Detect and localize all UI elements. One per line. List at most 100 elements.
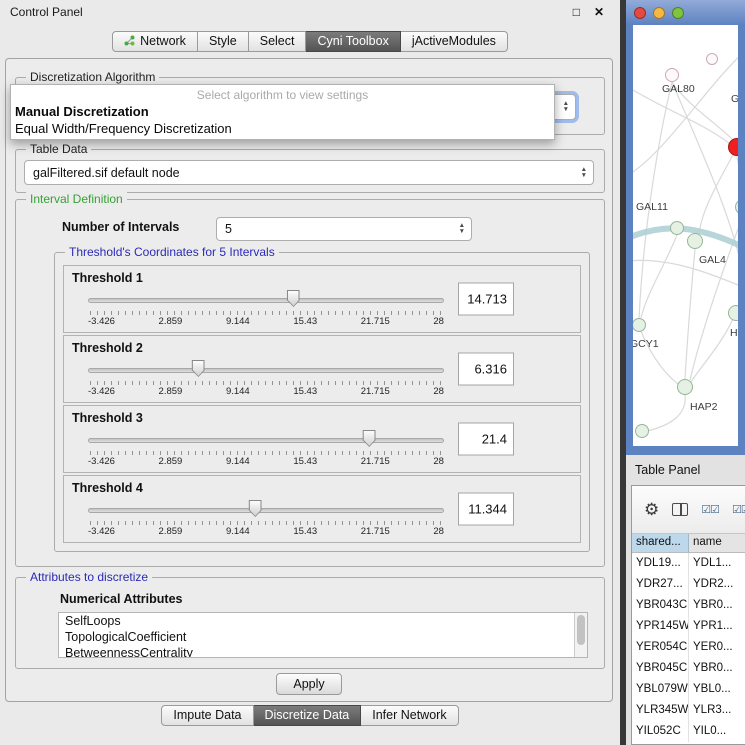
slider-thumb-icon[interactable] [363, 430, 376, 447]
threshold-value-box[interactable]: 14.713 [458, 283, 514, 316]
select-rows-icon[interactable]: ☑☑ [732, 503, 745, 516]
list-item[interactable]: SelfLoops [59, 613, 587, 629]
apply-button[interactable]: Apply [276, 673, 342, 695]
bottom-tab-bar: Impute DataDiscretize DataInfer Network [0, 705, 620, 726]
scale-label: -3.426 [88, 316, 115, 327]
scale-label: 28 [433, 316, 444, 327]
threshold-slider[interactable]: -3.4262.8599.14415.4321.71528 [88, 360, 444, 400]
network-node[interactable] [728, 305, 738, 321]
table-cell[interactable]: YDR2... [689, 574, 745, 595]
tab-discretize-data[interactable]: Discretize Data [254, 705, 362, 726]
table-row[interactable]: YDL19...YDL1... [632, 553, 745, 574]
slider-thumb-icon[interactable] [249, 500, 262, 517]
slider-track[interactable] [88, 368, 444, 373]
table-cell[interactable]: YIL0... [689, 721, 745, 742]
network-node[interactable] [665, 68, 679, 82]
table-cell[interactable]: YER0... [689, 637, 745, 658]
network-node[interactable] [687, 233, 703, 249]
attributes-scrollbar[interactable] [574, 613, 587, 657]
slider-track[interactable] [88, 438, 444, 443]
scale-label: 9.144 [226, 386, 250, 397]
scale-label: 21.715 [361, 316, 390, 327]
list-item[interactable]: BetweennessCentrality [59, 645, 587, 658]
network-node[interactable] [706, 53, 718, 65]
network-node[interactable] [670, 221, 684, 235]
tab-impute-data[interactable]: Impute Data [161, 705, 253, 726]
tab-style[interactable]: Style [198, 31, 249, 52]
table-cell[interactable]: YER054C [632, 637, 689, 658]
table-cell[interactable]: YBL079W [632, 679, 689, 700]
node-label: HAP2 [690, 401, 717, 413]
menu-item-equal-width-frequency[interactable]: Equal Width/Frequency Discretization [11, 120, 554, 137]
table-row[interactable]: YBR045CYBR0... [632, 658, 745, 679]
close-window-icon[interactable]: ✕ [594, 5, 604, 19]
table-row[interactable]: YER054CYER0... [632, 637, 745, 658]
table-row[interactable]: YDR27...YDR2... [632, 574, 745, 595]
slider-scale-labels: -3.4262.8599.14415.4321.71528 [88, 526, 444, 537]
slider-thumb-icon[interactable] [192, 360, 205, 377]
zoom-button[interactable] [672, 7, 684, 19]
tab-select[interactable]: Select [249, 31, 307, 52]
network-canvas[interactable]: GAL80GAGAL11GAL4GCY1HHAP2 [633, 25, 738, 446]
threshold-slider[interactable]: -3.4262.8599.14415.4321.71528 [88, 430, 444, 470]
menu-item-manual-discretization[interactable]: Manual Discretization [11, 103, 554, 120]
scale-label: 15.43 [293, 456, 317, 467]
node-label: GA [731, 93, 738, 105]
threshold-slider[interactable]: -3.4262.8599.14415.4321.71528 [88, 500, 444, 540]
cyni-toolbox-panel: Discretization Algorithm ▲▼ Table Data g… [5, 58, 613, 702]
minimize-button[interactable] [653, 7, 665, 19]
slider-track[interactable] [88, 298, 444, 303]
threshold-panel: Threshold 1 -3.4262.8599.14415.4321.7152… [63, 265, 581, 333]
select-columns-icon[interactable]: ☑☑ [701, 503, 719, 516]
network-node[interactable] [677, 379, 693, 395]
table-row[interactable]: YBL079WYBL0... [632, 679, 745, 700]
table-data-group: Table Data galFiltered.sif default node … [15, 149, 605, 193]
table-cell[interactable]: YBR043C [632, 595, 689, 616]
tab-jactivemodules[interactable]: jActiveModules [401, 31, 508, 52]
table-cell[interactable]: YPR1... [689, 616, 745, 637]
table-row[interactable]: YIL052CYIL0... [632, 721, 745, 742]
tab-infer-network[interactable]: Infer Network [361, 705, 458, 726]
table-cell[interactable]: YBR0... [689, 658, 745, 679]
numerical-attributes-label: Numerical Attributes [60, 592, 182, 606]
table-cell[interactable]: YPR145W [632, 616, 689, 637]
table-cell[interactable]: YLR3... [689, 700, 745, 721]
slider-thumb-icon[interactable] [287, 290, 300, 307]
tab-network[interactable]: Network [112, 31, 198, 52]
network-node[interactable] [635, 424, 649, 438]
group-title-interval-definition: Interval Definition [26, 192, 127, 206]
table-data-combobox[interactable]: galFiltered.sif default node ▲▼ [24, 160, 594, 185]
close-button[interactable] [634, 7, 646, 19]
list-item[interactable]: TopologicalCoefficient [59, 629, 587, 645]
threshold-value-box[interactable]: 6.316 [458, 353, 514, 386]
table-cell[interactable]: YDL1... [689, 553, 745, 574]
table-panel-title: Table Panel [635, 463, 700, 477]
float-window-icon[interactable]: □ [573, 5, 580, 19]
scale-label: 28 [433, 386, 444, 397]
slider-scale-labels: -3.4262.8599.14415.4321.71528 [88, 316, 444, 327]
table-cell[interactable]: YLR345W [632, 700, 689, 721]
table-cell[interactable]: YIL052C [632, 721, 689, 742]
column-header-name[interactable]: name [689, 534, 745, 552]
table-row[interactable]: YLR345WYLR3... [632, 700, 745, 721]
table-cell[interactable]: YBR045C [632, 658, 689, 679]
table-cell[interactable]: YBR0... [689, 595, 745, 616]
number-of-intervals-combobox[interactable]: 5 ▲▼ [216, 217, 472, 241]
table-row[interactable]: YPR145WYPR1... [632, 616, 745, 637]
table-cell[interactable]: YDR27... [632, 574, 689, 595]
threshold-slider[interactable]: -3.4262.8599.14415.4321.71528 [88, 290, 444, 330]
slider-track[interactable] [88, 508, 444, 513]
column-header-shared-name[interactable]: shared... [632, 534, 689, 552]
threshold-value-box[interactable]: 21.4 [458, 423, 514, 456]
scale-label: 9.144 [226, 526, 250, 537]
table-row[interactable]: YBR043CYBR0... [632, 595, 745, 616]
scrollbar-thumb[interactable] [577, 615, 585, 645]
table-cell[interactable]: YBL0... [689, 679, 745, 700]
gear-icon[interactable]: ⚙ [644, 501, 659, 518]
numerical-attributes-list[interactable]: SelfLoopsTopologicalCoefficientBetweenne… [58, 612, 588, 658]
tab-cyni-toolbox[interactable]: Cyni Toolbox [306, 31, 400, 52]
columns-icon[interactable] [672, 503, 688, 516]
thumb-face [364, 431, 375, 446]
table-cell[interactable]: YDL19... [632, 553, 689, 574]
threshold-value-box[interactable]: 11.344 [458, 493, 514, 526]
